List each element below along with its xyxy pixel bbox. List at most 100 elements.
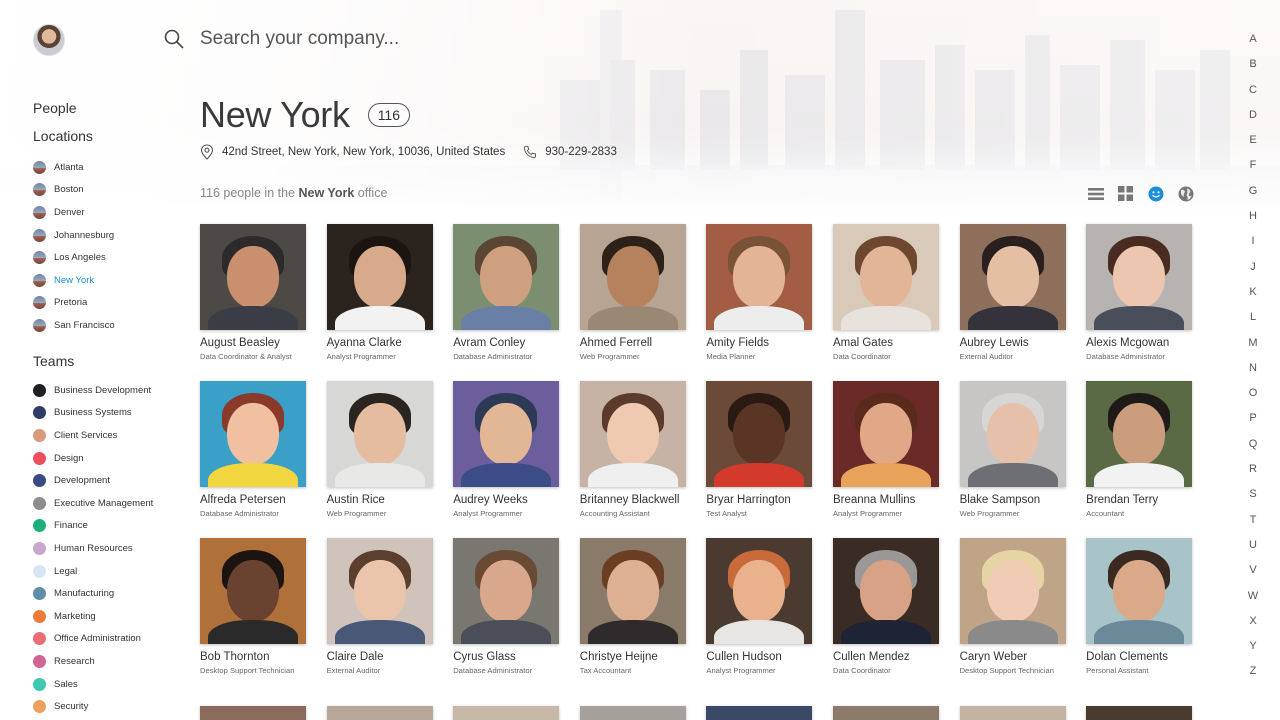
alpha-index-letter[interactable]: E	[1241, 134, 1265, 159]
alpha-index-letter[interactable]: J	[1241, 261, 1265, 286]
alpha-index-letter[interactable]: D	[1241, 109, 1265, 134]
person-photo[interactable]	[326, 224, 433, 330]
person-photo[interactable]	[832, 224, 939, 330]
person-name[interactable]: Caryn Weber	[960, 651, 1066, 663]
person-name[interactable]: Cyrus Glass	[453, 651, 559, 663]
person-photo[interactable]	[1086, 381, 1193, 487]
person-photo[interactable]	[326, 381, 433, 487]
person-photo[interactable]	[832, 706, 939, 720]
team-item[interactable]: Human Resources	[33, 537, 153, 560]
person-card[interactable]: Ahmed Ferrell Web Programmer	[579, 224, 686, 381]
team-item[interactable]: Security	[33, 695, 153, 718]
person-photo[interactable]	[706, 538, 813, 644]
person-photo[interactable]	[200, 381, 306, 487]
person-photo[interactable]	[706, 224, 813, 330]
alpha-index-letter[interactable]: N	[1241, 362, 1265, 387]
team-item[interactable]: Client Services	[33, 424, 153, 447]
person-name[interactable]: Britanney Blackwell	[580, 494, 686, 506]
alpha-index-letter[interactable]: R	[1241, 463, 1265, 488]
grid-view-icon[interactable]	[1117, 185, 1134, 202]
person-name[interactable]: Claire Dale	[327, 651, 433, 663]
team-item[interactable]: Business Development	[33, 379, 153, 402]
nav-locations[interactable]: Locations	[33, 128, 93, 144]
search-icon[interactable]	[164, 29, 184, 49]
person-name[interactable]: Aubrey Lewis	[960, 337, 1066, 349]
person-photo[interactable]	[326, 538, 433, 644]
alpha-index-letter[interactable]: Z	[1241, 665, 1265, 690]
person-name[interactable]: Cullen Hudson	[706, 651, 812, 663]
person-card[interactable]: Alexis Mcgowan Database Administrator	[1086, 224, 1193, 381]
person-photo[interactable]	[453, 381, 560, 487]
alpha-index-letter[interactable]: C	[1241, 84, 1265, 109]
location-item[interactable]: Boston	[33, 179, 115, 202]
person-card[interactable]: Austin Rice Web Programmer	[326, 381, 433, 538]
person-card[interactable]: Amity Fields Media Planner	[706, 224, 813, 381]
person-name[interactable]: Brendan Terry	[1086, 494, 1192, 506]
person-card[interactable]: Cullen Hudson Analyst Programmer	[706, 538, 813, 695]
alpha-index-letter[interactable]: O	[1241, 387, 1265, 412]
team-item[interactable]: Legal	[33, 560, 153, 583]
person-photo[interactable]	[706, 381, 813, 487]
person-photo[interactable]	[1086, 224, 1193, 330]
location-item[interactable]: Pretoria	[33, 292, 115, 315]
person-card[interactable]: Aubrey Lewis External Auditor	[959, 224, 1066, 381]
person-photo[interactable]	[706, 706, 813, 720]
person-photo[interactable]	[200, 538, 306, 644]
team-item[interactable]: Manufacturing	[33, 582, 153, 605]
person-card[interactable]: Caryn Weber Desktop Support Technician	[959, 538, 1066, 695]
alpha-index-letter[interactable]: K	[1241, 286, 1265, 311]
person-photo[interactable]	[200, 706, 306, 720]
person-photo[interactable]	[579, 706, 686, 720]
person-name[interactable]: August Beasley	[200, 337, 306, 349]
person-card[interactable]: Audrey Weeks Analyst Programmer	[453, 381, 560, 538]
team-item[interactable]: Research	[33, 650, 153, 673]
person-photo[interactable]	[959, 538, 1066, 644]
search-input[interactable]	[200, 28, 620, 50]
person-photo[interactable]	[453, 538, 560, 644]
person-photo[interactable]	[453, 224, 560, 330]
person-photo[interactable]	[1086, 538, 1193, 644]
team-item[interactable]: Design	[33, 447, 153, 470]
location-item[interactable]: Denver	[33, 201, 115, 224]
person-name[interactable]: Breanna Mullins	[833, 494, 939, 506]
person-photo[interactable]	[1086, 706, 1193, 720]
alpha-index-letter[interactable]: U	[1241, 539, 1265, 564]
team-item[interactable]: Finance	[33, 515, 153, 538]
alpha-index-letter[interactable]: H	[1241, 210, 1265, 235]
list-view-icon[interactable]	[1087, 185, 1104, 202]
person-name[interactable]: Blake Sampson	[960, 494, 1066, 506]
alpha-index-letter[interactable]: G	[1241, 185, 1265, 210]
person-name[interactable]: Avram Conley	[453, 337, 559, 349]
team-item[interactable]: Marketing	[33, 605, 153, 628]
person-photo[interactable]	[959, 224, 1066, 330]
alpha-index-letter[interactable]: Y	[1241, 640, 1265, 665]
team-item[interactable]: Office Administration	[33, 628, 153, 651]
location-item[interactable]: San Francisco	[33, 314, 115, 337]
person-card[interactable]: Cyrus Glass Database Administrator	[453, 538, 560, 695]
person-card[interactable]: Avram Conley Database Administrator	[453, 224, 560, 381]
alpha-index-letter[interactable]: I	[1241, 235, 1265, 260]
location-item[interactable]: Los Angeles	[33, 246, 115, 269]
person-card[interactable]: Blake Sampson Web Programmer	[959, 381, 1066, 538]
person-card[interactable]: Amal Gates Data Coordinator	[832, 224, 939, 381]
person-card[interactable]: Ayanna Clarke Analyst Programmer	[326, 224, 433, 381]
alpha-index-letter[interactable]: F	[1241, 159, 1265, 184]
location-item[interactable]: Johannesburg	[33, 224, 115, 247]
team-item[interactable]: Sales	[33, 673, 153, 696]
alpha-index-letter[interactable]: L	[1241, 311, 1265, 336]
person-photo[interactable]	[579, 538, 686, 644]
alpha-index-letter[interactable]: S	[1241, 488, 1265, 513]
person-name[interactable]: Alfreda Petersen	[200, 494, 306, 506]
alpha-index-letter[interactable]: B	[1241, 58, 1265, 83]
person-card[interactable]: Brendan Terry Accountant	[1086, 381, 1193, 538]
person-name[interactable]: Ayanna Clarke	[327, 337, 433, 349]
person-photo[interactable]	[200, 224, 306, 330]
person-card[interactable]: Britanney Blackwell Accounting Assistant	[579, 381, 686, 538]
alpha-index-letter[interactable]: X	[1241, 615, 1265, 640]
nav-people[interactable]: People	[33, 100, 93, 116]
person-card[interactable]: Christye Heijne Tax Accountant	[579, 538, 686, 695]
location-item[interactable]: Atlanta	[33, 156, 115, 179]
person-photo[interactable]	[579, 224, 686, 330]
person-photo[interactable]	[579, 381, 686, 487]
alpha-index-letter[interactable]: M	[1241, 337, 1265, 362]
